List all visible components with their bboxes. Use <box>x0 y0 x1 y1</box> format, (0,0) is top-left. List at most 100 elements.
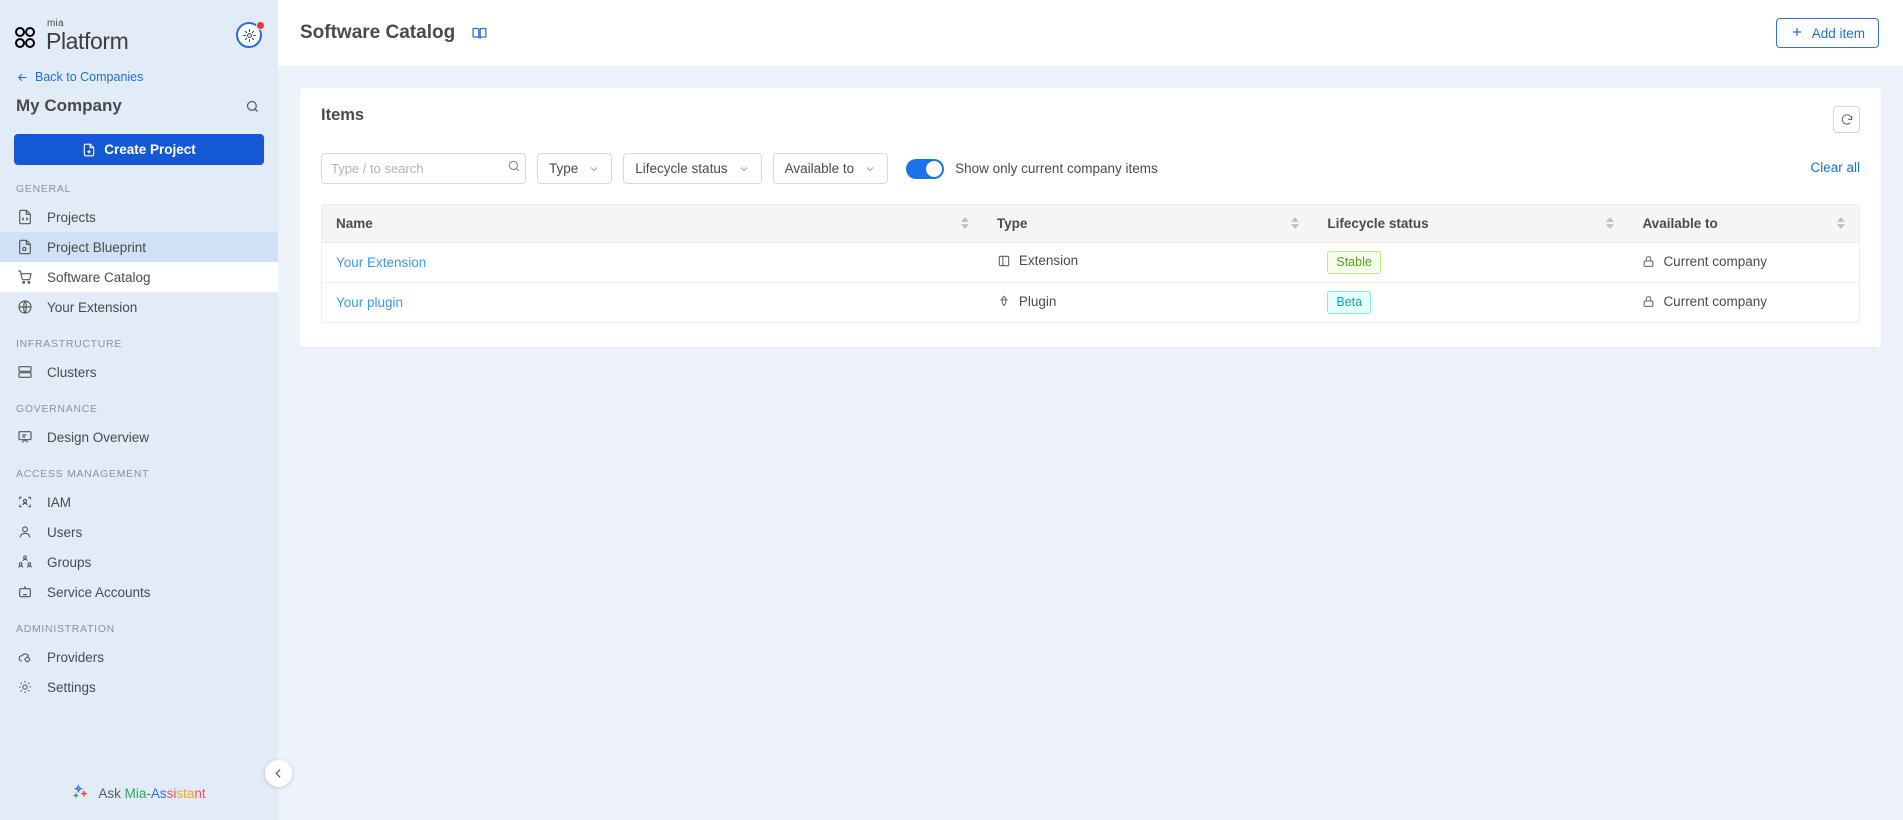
sidebar-item-iam[interactable]: IAM <box>0 487 278 517</box>
sparkle-icon <box>72 783 89 803</box>
filter-lifecycle-status-dropdown[interactable]: Lifecycle status <box>623 153 761 184</box>
ask-mia-assistant-button[interactable]: Ask Mia-Assistant <box>0 772 278 814</box>
sidebar-item-clusters[interactable]: Clusters <box>0 357 278 387</box>
sidebar-item-label: Providers <box>47 650 104 665</box>
column-header-lifecycle-status[interactable]: Lifecycle status <box>1313 205 1628 242</box>
column-label: Name <box>336 216 373 231</box>
table-row[interactable]: Your plugin Pl <box>322 282 1859 322</box>
sort-toggle-icon[interactable] <box>1606 217 1614 229</box>
items-title: Items <box>321 106 364 125</box>
item-link[interactable]: Your plugin <box>336 295 403 310</box>
search-box[interactable] <box>321 153 526 184</box>
gear-icon <box>16 679 33 696</box>
filter-type-label: Type <box>549 161 578 176</box>
plus-icon <box>1790 25 1804 42</box>
status-badge: Stable <box>1327 251 1380 274</box>
cell-available-to: Current company <box>1628 282 1859 322</box>
show-only-current-company-toggle[interactable] <box>906 159 944 179</box>
table-body: Your Extension <box>322 242 1859 322</box>
sidebar-item-settings[interactable]: Settings <box>0 672 278 702</box>
sidebar-item-label: Clusters <box>47 365 97 380</box>
filter-lifecycle-label: Lifecycle status <box>635 161 727 176</box>
layout-panel-icon <box>997 254 1011 268</box>
brand-platform-text: Platform <box>46 30 128 53</box>
table-header: Name Type <box>322 205 1859 242</box>
column-header-name[interactable]: Name <box>322 205 983 242</box>
cell-name: Your plugin <box>322 282 983 322</box>
filter-available-to-dropdown[interactable]: Available to <box>773 153 889 184</box>
user-icon <box>16 524 33 541</box>
chevron-down-icon <box>864 163 876 175</box>
sidebar-item-project-blueprint[interactable]: Project Blueprint <box>0 232 278 262</box>
cell-lifecycle-status: Beta <box>1313 282 1628 322</box>
cloud-gear-icon <box>16 649 33 666</box>
search-input[interactable] <box>331 161 507 176</box>
page-header: Software Catalog Add item <box>278 0 1903 66</box>
type-label: Plugin <box>1019 294 1057 309</box>
blueprint-icon <box>16 239 33 256</box>
column-header-available-to[interactable]: Available to <box>1628 205 1859 242</box>
company-items-toggle-wrap: Show only current company items <box>906 159 1158 179</box>
sidebar-item-label: IAM <box>47 495 71 510</box>
type-label: Extension <box>1019 253 1078 268</box>
add-item-button[interactable]: Add item <box>1776 18 1879 48</box>
available-label: Current company <box>1663 254 1767 269</box>
sort-toggle-icon[interactable] <box>961 217 969 229</box>
filter-type-dropdown[interactable]: Type <box>537 153 612 184</box>
main-area: Software Catalog Add item <box>278 0 1903 820</box>
clear-all-link[interactable]: Clear all <box>1810 160 1860 175</box>
avatar[interactable] <box>236 22 264 50</box>
file-plus-icon <box>82 143 96 157</box>
book-icon[interactable] <box>471 25 488 42</box>
sidebar-item-label: Projects <box>47 210 96 225</box>
lock-icon <box>1642 255 1655 268</box>
sidebar-item-groups[interactable]: Groups <box>0 547 278 577</box>
brand-logo[interactable]: mia Platform <box>14 19 128 53</box>
sidebar-item-your-extension[interactable]: Your Extension <box>0 292 278 322</box>
sidebar-item-projects[interactable]: Projects <box>0 202 278 232</box>
column-header-type[interactable]: Type <box>983 205 1313 242</box>
nav-section-general: GENERAL <box>0 183 278 195</box>
filter-available-label: Available to <box>785 161 855 176</box>
sidebar-item-users[interactable]: Users <box>0 517 278 547</box>
toggle-knob <box>926 161 942 177</box>
company-name: My Company <box>16 96 122 116</box>
groups-icon <box>16 554 33 571</box>
sidebar-item-design-overview[interactable]: Design Overview <box>0 422 278 452</box>
sidebar-item-service-accounts[interactable]: Service Accounts <box>0 577 278 607</box>
sidebar-item-label: Your Extension <box>47 300 137 315</box>
cell-type: Extension <box>983 242 1313 282</box>
sidebar-item-providers[interactable]: Providers <box>0 642 278 672</box>
sidebar-item-label: Project Blueprint <box>47 240 146 255</box>
items-card: Items <box>300 88 1881 347</box>
globe-icon <box>16 299 33 316</box>
column-label: Type <box>997 216 1028 231</box>
cell-type: Plugin <box>983 282 1313 322</box>
assistant-brand: Mia-Assistant <box>125 786 206 801</box>
server-icon <box>16 364 33 381</box>
identity-icon <box>16 494 33 511</box>
company-search-icon[interactable] <box>245 99 260 114</box>
sidebar-item-software-catalog[interactable]: Software Catalog <box>0 262 278 292</box>
file-code-icon <box>16 209 33 226</box>
table-row[interactable]: Your Extension <box>322 242 1859 282</box>
cell-available-to: Current company <box>1628 242 1859 282</box>
back-to-companies-link[interactable]: Back to Companies <box>14 70 264 84</box>
sidebar-top: mia Platform <box>0 0 278 165</box>
available-label: Current company <box>1663 294 1767 309</box>
cell-name: Your Extension <box>322 242 983 282</box>
search-icon <box>507 159 521 178</box>
column-label: Lifecycle status <box>1327 216 1428 231</box>
app-root: mia Platform <box>0 0 1903 820</box>
sidebar-collapse-button[interactable] <box>265 760 292 787</box>
sort-toggle-icon[interactable] <box>1837 217 1845 229</box>
catalog-cart-icon <box>16 269 33 286</box>
refresh-button[interactable] <box>1833 106 1860 133</box>
notification-badge <box>256 21 265 30</box>
filters-toolbar: Type Lifecycle status Available to <box>321 153 1860 184</box>
sort-toggle-icon[interactable] <box>1291 217 1299 229</box>
item-link[interactable]: Your Extension <box>336 255 426 270</box>
status-badge: Beta <box>1327 291 1371 314</box>
refresh-icon <box>1840 113 1854 127</box>
create-project-button[interactable]: Create Project <box>14 134 264 165</box>
